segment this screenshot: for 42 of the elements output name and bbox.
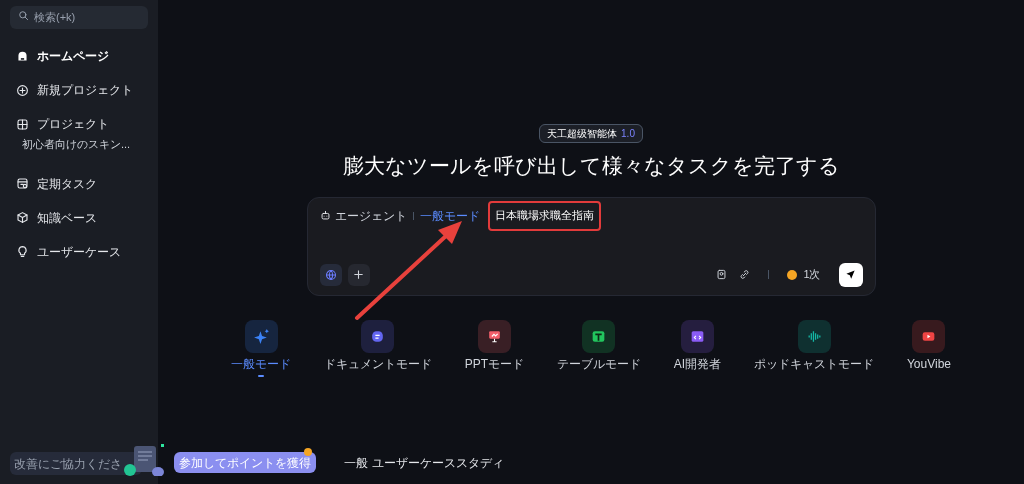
agent-label[interactable]: エージェント xyxy=(334,206,407,225)
sidebar-item[interactable]: ユーザーケース xyxy=(10,234,148,269)
sidebar-item[interactable]: ホームページ xyxy=(10,39,148,73)
coin-icon xyxy=(304,448,312,456)
home-icon xyxy=(16,49,29,63)
link-icon xyxy=(739,269,751,280)
plus-icon xyxy=(353,269,364,280)
add-button[interactable] xyxy=(347,263,370,286)
heading: 膨大なツールを呼び出して様々なタスクを完了する xyxy=(342,153,840,179)
tooltip: 参加してポイントを獲得 xyxy=(174,452,316,473)
sidebar-item[interactable]: 知識ベース xyxy=(10,200,148,235)
cube-icon xyxy=(16,211,29,224)
image-icon xyxy=(716,269,728,280)
mode-tab[interactable]: YouVibe xyxy=(906,319,951,377)
robot-icon xyxy=(319,210,331,221)
sidebar-item[interactable]: 新規プロジェクト xyxy=(10,73,148,107)
mode-tab[interactable]: PPTモード xyxy=(464,319,525,377)
prompt-input[interactable]: 日本職場求職全指南 xyxy=(487,200,601,231)
sidebar-subitem[interactable]: 初心者向けのスキン... xyxy=(10,136,148,153)
bulb-icon xyxy=(16,245,29,258)
mode-tab[interactable]: ドキュメントモード xyxy=(323,319,432,377)
section-tab[interactable]: 一般 xyxy=(344,454,368,472)
mode-tab[interactable]: テーブルモード xyxy=(556,319,641,377)
search-icon xyxy=(18,10,29,21)
sidebar-item[interactable]: 定期タスク xyxy=(10,166,148,201)
grid-icon xyxy=(16,117,29,131)
version-badge: 天工超级智能体 1.0 xyxy=(539,124,643,143)
coin-icon xyxy=(787,269,798,280)
mode-tab[interactable]: ポッドキャストモード xyxy=(754,319,875,377)
calendar-icon xyxy=(16,177,29,190)
mode-tab[interactable]: AI開発者 xyxy=(673,319,722,377)
search-field[interactable]: 検索(+k) xyxy=(10,5,148,29)
credit-count: 1次 xyxy=(803,267,821,283)
send-icon xyxy=(845,269,856,280)
globe-button[interactable] xyxy=(319,263,342,286)
plus-circle-icon xyxy=(16,83,29,97)
mode-tab[interactable]: 一般モード xyxy=(231,319,291,377)
mode-label[interactable]: 一般モード xyxy=(419,206,480,225)
send-button[interactable] xyxy=(838,262,863,287)
section-tab[interactable]: ユーザーケーススタディ xyxy=(372,454,504,472)
feedback-banner[interactable]: 改善にご協力くださ xyxy=(10,452,142,475)
globe-icon xyxy=(324,268,337,281)
